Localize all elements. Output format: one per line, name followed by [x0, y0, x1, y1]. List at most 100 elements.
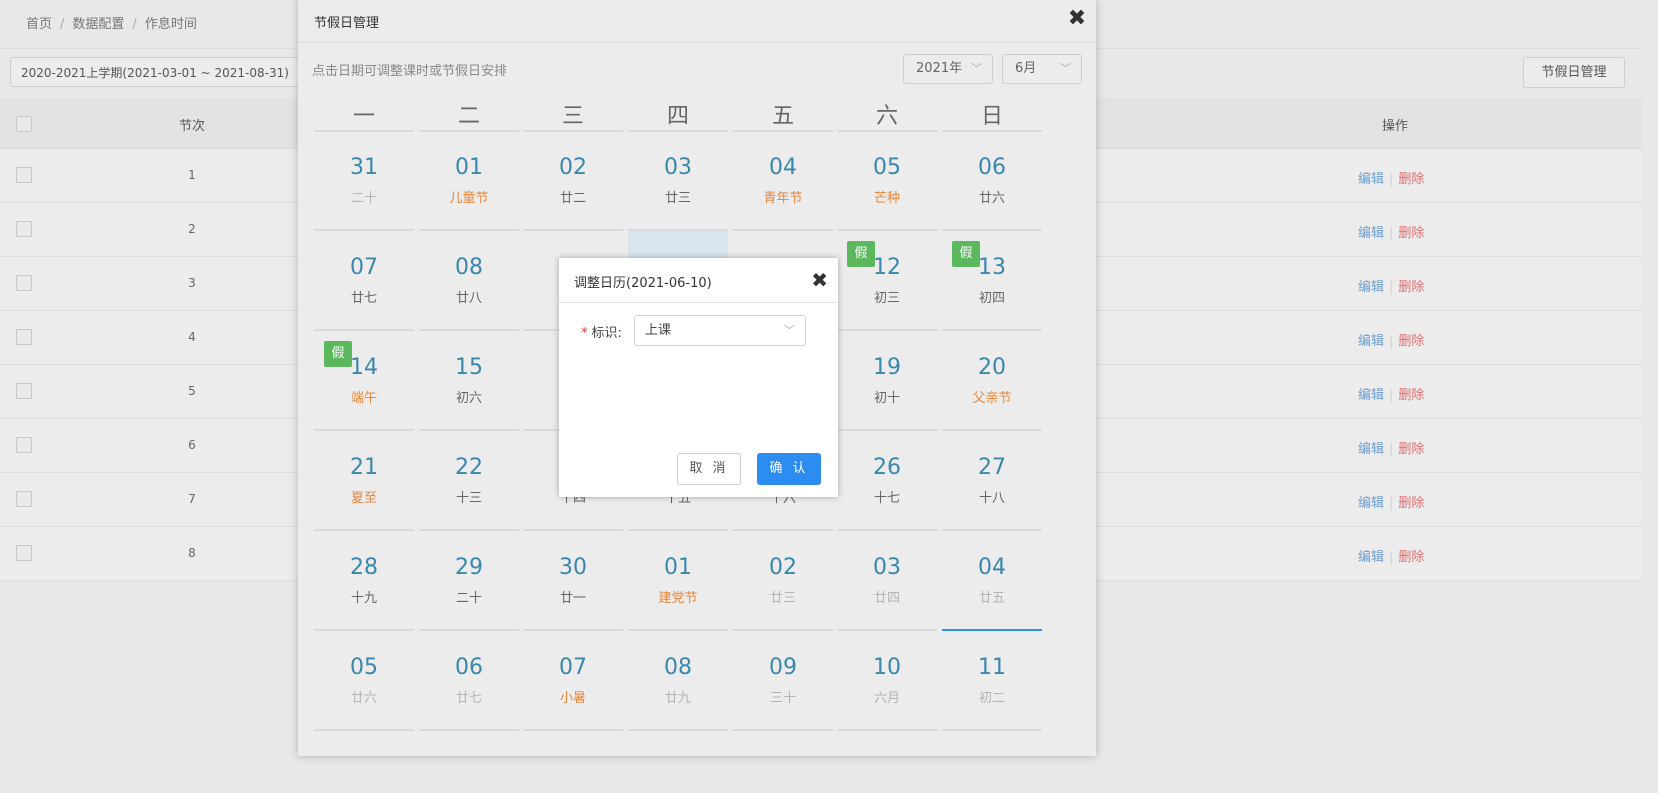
row-checkbox[interactable]	[16, 329, 32, 345]
calendar-day[interactable]: 19 初十	[837, 331, 937, 431]
calendar-day[interactable]: 06 廿六	[942, 131, 1042, 231]
calendar-day[interactable]: 28 十九	[314, 531, 414, 631]
calendar-day[interactable]: 20 父亲节	[942, 331, 1042, 431]
close-icon[interactable]: ✖	[811, 268, 828, 292]
period-number: 6	[188, 438, 196, 452]
calendar-day[interactable]: 05 廿六	[314, 631, 414, 731]
lunar-label: 儿童节	[449, 191, 489, 206]
delete-link[interactable]: 删除	[1398, 496, 1424, 511]
lunar-label: 二十	[455, 591, 482, 606]
period-number: 1	[188, 168, 196, 182]
row-checkbox[interactable]	[16, 491, 32, 507]
calendar-day[interactable]: 05 芒种	[837, 131, 937, 231]
row-actions: 编辑 | 删除	[1358, 222, 1424, 241]
day-number: 20	[978, 355, 1006, 380]
row-actions: 编辑 | 删除	[1358, 438, 1424, 457]
lunar-label: 初六	[455, 391, 482, 406]
breadcrumb-config[interactable]: 数据配置	[72, 17, 124, 32]
calendar-day[interactable]: 26 十七	[837, 431, 937, 531]
mark-label: * 标识:	[581, 322, 622, 341]
year-select[interactable]: 2021年 ﹀	[903, 54, 993, 84]
cancel-button[interactable]: 取 消	[677, 453, 741, 485]
calendar-day[interactable]: 02 廿三	[733, 531, 833, 631]
calendar-day[interactable]: 22 十三	[419, 431, 519, 531]
calendar-day[interactable]: 06 廿七	[419, 631, 519, 731]
delete-link[interactable]: 删除	[1398, 226, 1424, 241]
holiday-management-button[interactable]: 节假日管理	[1523, 57, 1625, 88]
calendar-day[interactable]: 04 青年节	[733, 131, 833, 231]
mark-label-text: 标识:	[591, 326, 622, 341]
calendar-day[interactable]: 09 三十	[733, 631, 833, 731]
calendar-day[interactable]: 03 廿三	[628, 131, 728, 231]
weekday-label: 四	[628, 98, 728, 132]
row-checkbox[interactable]	[16, 383, 32, 399]
calendar-day[interactable]: 假 12 初三	[837, 231, 937, 331]
row-checkbox[interactable]	[16, 167, 32, 183]
day-number: 02	[769, 555, 797, 580]
calendar-day[interactable]: 15 初六	[419, 331, 519, 431]
lunar-label: 廿七	[350, 291, 377, 306]
row-checkbox[interactable]	[16, 221, 32, 237]
close-icon[interactable]: ✖	[1066, 8, 1088, 30]
mark-select[interactable]: 上课 ﹀	[634, 315, 806, 346]
edit-link[interactable]: 编辑	[1358, 334, 1384, 349]
lunar-label: 六月	[873, 691, 900, 706]
delete-link[interactable]: 删除	[1398, 334, 1424, 349]
edit-link[interactable]: 编辑	[1358, 280, 1384, 295]
calendar-day[interactable]: 01 建党节	[628, 531, 728, 631]
day-number: 28	[350, 555, 378, 580]
delete-link[interactable]: 删除	[1398, 172, 1424, 187]
calendar-day[interactable]: 27 十八	[942, 431, 1042, 531]
lunar-label: 初四	[978, 291, 1005, 306]
subdialog-title: 调整日历(2021-06-10)	[574, 276, 712, 291]
calendar-day[interactable]: 02 廿二	[523, 131, 623, 231]
year-value: 2021年	[916, 61, 963, 76]
holiday-badge: 假	[847, 241, 875, 267]
confirm-button[interactable]: 确 认	[757, 453, 821, 485]
calendar-day[interactable]: 30 廿一	[523, 531, 623, 631]
edit-link[interactable]: 编辑	[1358, 496, 1384, 511]
edit-link[interactable]: 编辑	[1358, 550, 1384, 565]
delete-link[interactable]: 删除	[1398, 442, 1424, 457]
row-actions: 编辑 | 删除	[1358, 492, 1424, 511]
calendar-day[interactable]: 11 初二	[942, 631, 1042, 731]
row-checkbox[interactable]	[16, 275, 32, 291]
term-select[interactable]: 2020-2021上学期(2021-03-01 ~ 2021-08-31)	[10, 57, 320, 87]
calendar-day[interactable]: 07 廿七	[314, 231, 414, 331]
calendar-day[interactable]: 04 廿五	[942, 531, 1042, 631]
calendar-day[interactable]: 10 六月	[837, 631, 937, 731]
calendar-day[interactable]: 31 二十	[314, 131, 414, 231]
lunar-label: 廿六	[978, 191, 1005, 206]
day-number: 31	[350, 155, 378, 180]
delete-link[interactable]: 删除	[1398, 280, 1424, 295]
calendar-day[interactable]: 21 夏至	[314, 431, 414, 531]
delete-link[interactable]: 删除	[1398, 388, 1424, 403]
day-number: 15	[455, 355, 483, 380]
select-all-checkbox[interactable]	[16, 116, 32, 132]
edit-link[interactable]: 编辑	[1358, 388, 1384, 403]
period-number: 3	[188, 276, 196, 290]
calendar-day[interactable]: 08 廿九	[628, 631, 728, 731]
row-checkbox[interactable]	[16, 437, 32, 453]
calendar-day[interactable]: 01 儿童节	[419, 131, 519, 231]
day-number: 06	[978, 155, 1006, 180]
calendar-day[interactable]: 08 廿八	[419, 231, 519, 331]
separator: |	[1389, 496, 1394, 511]
delete-link[interactable]: 删除	[1398, 550, 1424, 565]
edit-link[interactable]: 编辑	[1358, 172, 1384, 187]
day-number: 27	[978, 455, 1006, 480]
calendar-day[interactable]: 假 13 初四	[942, 231, 1042, 331]
lunar-label: 建党节	[658, 591, 698, 606]
calendar-day[interactable]: 29 二十	[419, 531, 519, 631]
weekday-label: 一	[314, 98, 414, 132]
lunar-label: 三十	[769, 691, 796, 706]
breadcrumb-home[interactable]: 首页	[26, 17, 52, 32]
row-actions: 编辑 | 删除	[1358, 384, 1424, 403]
calendar-day[interactable]: 07 小暑	[523, 631, 623, 731]
row-checkbox[interactable]	[16, 545, 32, 561]
edit-link[interactable]: 编辑	[1358, 442, 1384, 457]
month-select[interactable]: 6月 ﹀	[1002, 54, 1082, 84]
edit-link[interactable]: 编辑	[1358, 226, 1384, 241]
calendar-day[interactable]: 03 廿四	[837, 531, 937, 631]
calendar-day[interactable]: 假 14 端午	[314, 331, 414, 431]
